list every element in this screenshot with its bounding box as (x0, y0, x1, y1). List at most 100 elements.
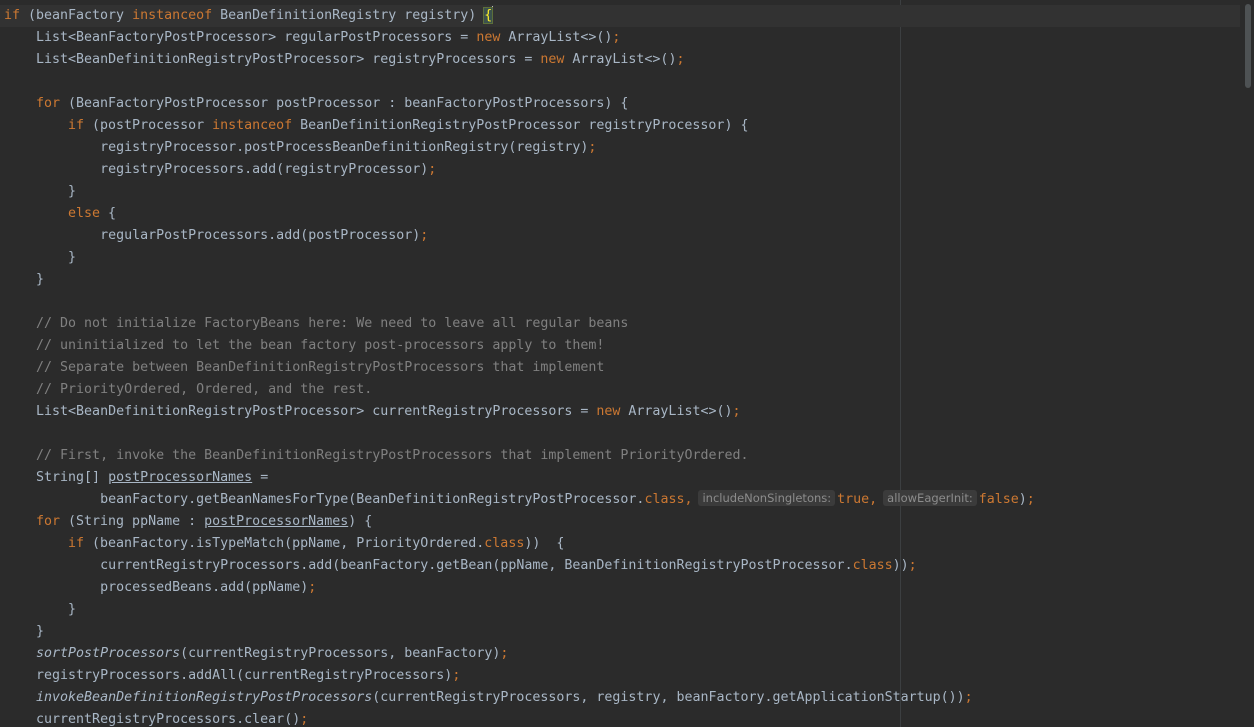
parameter-hint: includeNonSingletons: (698, 490, 836, 506)
code-token: BeanDefinitionRegistryPostProcessor regi… (300, 118, 749, 133)
code-token: ; (452, 668, 461, 683)
code-line[interactable]: if (beanFactory.isTypeMatch(ppName, Prior… (4, 533, 1240, 555)
code-token: ; (612, 30, 621, 45)
code-token: else (4, 206, 101, 221)
code-token: (beanFactory (27, 8, 133, 23)
code-line[interactable] (4, 291, 1240, 313)
code-line[interactable]: List<BeanDefinitionRegistryPostProcessor… (4, 401, 1240, 423)
code-token: } (4, 184, 77, 199)
code-line[interactable]: currentRegistryProcessors.add(beanFactor… (4, 555, 1240, 577)
code-token: (currentRegistryProcessors, beanFactory) (180, 646, 501, 661)
code-token: postProcessorNames (204, 514, 349, 529)
code-line[interactable]: registryProcessors.addAll(currentRegistr… (4, 665, 1240, 687)
code-token: ) (1018, 492, 1027, 507)
code-line[interactable]: for (String ppName : postProcessorNames) … (4, 511, 1240, 533)
code-line[interactable]: regularPostProcessors.add(postProcessor)… (4, 225, 1240, 247)
code-token: if (4, 8, 21, 23)
code-area[interactable]: if (beanFactory instanceof BeanDefinitionR… (0, 5, 1240, 727)
code-token: } (4, 250, 77, 265)
code-line[interactable]: registryProcessors.add(registryProcessor… (4, 159, 1240, 181)
code-token: List<BeanDefinitionRegistryPostProcessor… (4, 52, 541, 67)
code-line[interactable]: processedBeans.add(ppName); (4, 577, 1240, 599)
code-token: registryProcessor.postProcessBeanDefinit… (4, 140, 589, 155)
code-token: // Do not initialize FactoryBeans here: … (4, 316, 629, 331)
code-token: beanFactory.getBeanNamesForType(BeanDefi… (4, 492, 645, 507)
code-token: ArrayList<>() (572, 52, 677, 67)
code-token: List<BeanDefinitionRegistryPostProcessor… (4, 404, 597, 419)
code-token: instanceof (132, 8, 213, 23)
code-token: postProcessorNames (108, 470, 253, 485)
code-line[interactable]: if (beanFactory instanceof BeanDefinitionR… (0, 5, 1240, 27)
code-token: new (596, 404, 621, 419)
code-line[interactable]: } (4, 599, 1240, 621)
code-token: ArrayList<>() (628, 404, 733, 419)
code-line[interactable]: // First, invoke the BeanDefinitionRegis… (4, 445, 1240, 467)
code-token: { (483, 7, 494, 24)
code-token: (postProcessor (92, 118, 213, 133)
vertical-scrollbar[interactable] (1240, 0, 1254, 727)
code-editor[interactable]: if (beanFactory instanceof BeanDefinitionR… (0, 0, 1240, 727)
code-token: class (484, 536, 525, 551)
code-line[interactable]: beanFactory.getBeanNamesForType(BeanDefi… (4, 489, 1240, 511)
code-token: String[] (4, 470, 109, 485)
code-token: for (4, 96, 61, 111)
code-token: ; (500, 646, 509, 661)
text-cursor (492, 6, 494, 22)
code-line[interactable]: // Do not initialize FactoryBeans here: … (4, 313, 1240, 335)
code-line[interactable]: sortPostProcessors(currentRegistryProces… (4, 643, 1240, 665)
code-token: )) { (524, 536, 565, 551)
code-token: ; (428, 162, 437, 177)
code-line[interactable]: // PriorityOrdered, Ordered, and the res… (4, 379, 1240, 401)
code-token: (currentRegistryProcessors, registry, be… (372, 690, 965, 705)
code-token: ; (732, 404, 741, 419)
code-token: class, (644, 492, 693, 507)
code-line[interactable]: if (postProcessor instanceof BeanDefinitio… (4, 115, 1240, 137)
code-token: processedBeans.add(ppName) (4, 580, 309, 595)
code-token: ) { (348, 514, 373, 529)
scrollbar-thumb[interactable] (1245, 4, 1251, 88)
code-line[interactable]: List<BeanFactoryPostProcessor> regularPo… (4, 27, 1240, 49)
code-line[interactable]: invokeBeanDefinitionRegistryPostProcesso… (4, 687, 1240, 709)
code-line[interactable]: } (4, 181, 1240, 203)
code-token: List<BeanFactoryPostProcessor> regularPo… (4, 30, 477, 45)
code-line[interactable]: for (BeanFactoryPostProcessor postProcess… (4, 93, 1240, 115)
code-token: invokeBeanDefinitionRegistryPostProcesso… (4, 690, 373, 705)
code-token: sortPostProcessors (4, 646, 181, 661)
code-line[interactable] (4, 71, 1240, 93)
code-token: new (476, 30, 501, 45)
code-token: ; (300, 712, 309, 727)
code-token: ; (420, 228, 429, 243)
code-token: BeanDefinitionRegistry registry) (220, 8, 485, 23)
code-token: = (252, 470, 269, 485)
code-line[interactable]: else { (4, 203, 1240, 225)
code-line[interactable]: // uninitialized to let the bean factory… (4, 335, 1240, 357)
code-token: } (4, 272, 45, 287)
code-line[interactable]: } (4, 621, 1240, 643)
code-token: currentRegistryProcessors.add(beanFactor… (4, 558, 853, 573)
code-token: for (4, 514, 61, 529)
code-token: // PriorityOrdered, Ordered, and the res… (4, 382, 373, 397)
code-line[interactable] (4, 423, 1240, 445)
code-token: registryProcessors.addAll(currentRegistr… (4, 668, 453, 683)
code-token: instanceof (212, 118, 293, 133)
parameter-hint: allowEagerInit: (883, 490, 977, 506)
code-line[interactable]: List<BeanDefinitionRegistryPostProcessor… (4, 49, 1240, 71)
code-token: { (108, 206, 117, 221)
code-token: ArrayList<>() (508, 30, 613, 45)
code-token: } (4, 624, 45, 639)
code-token: )) (892, 558, 909, 573)
code-line[interactable]: } (4, 247, 1240, 269)
code-token: if (4, 118, 85, 133)
code-line[interactable]: String[] postProcessorNames = (4, 467, 1240, 489)
code-token: new (540, 52, 565, 67)
code-token: ; (908, 558, 917, 573)
code-token: ; (308, 580, 317, 595)
code-token: class (852, 558, 893, 573)
code-token: if (4, 536, 85, 551)
code-token: (String ppName : (68, 514, 205, 529)
code-token: currentRegistryProcessors.clear() (4, 712, 301, 727)
code-line[interactable]: } (4, 269, 1240, 291)
code-line[interactable]: registryProcessor.postProcessBeanDefinit… (4, 137, 1240, 159)
code-line[interactable]: // Separate between BeanDefinitionRegist… (4, 357, 1240, 379)
code-line[interactable]: currentRegistryProcessors.clear(); (4, 709, 1240, 727)
